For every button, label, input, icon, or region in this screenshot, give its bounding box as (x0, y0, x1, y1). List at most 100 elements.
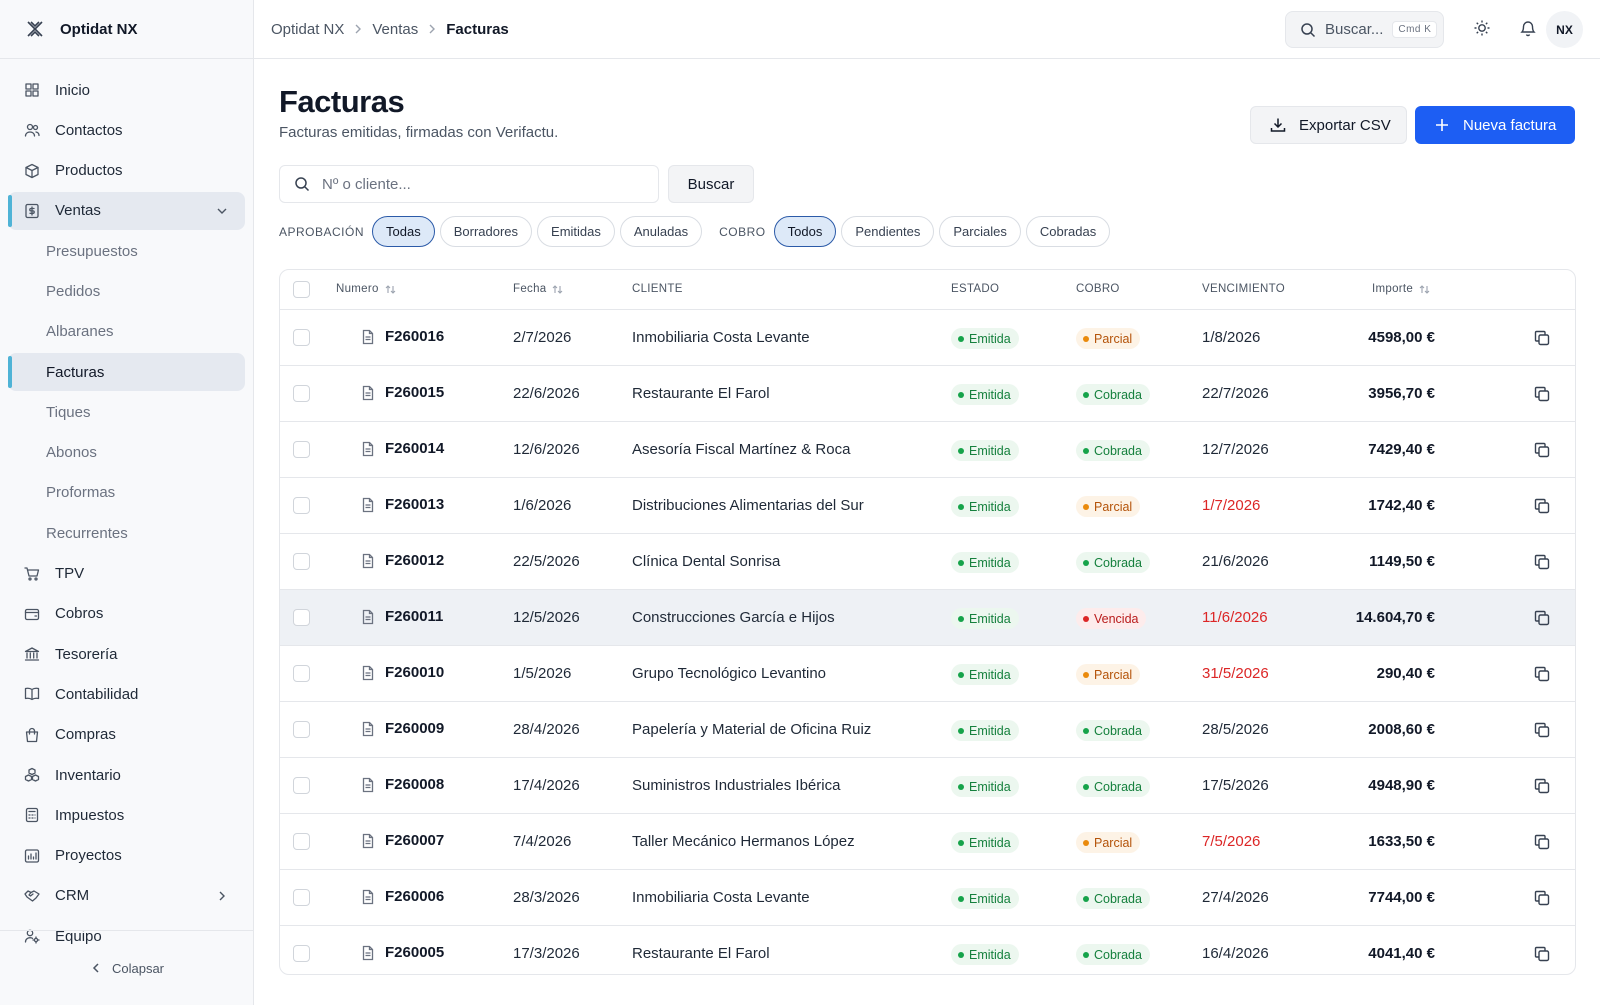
row-checkbox[interactable] (293, 889, 310, 906)
table-row[interactable]: F260009 28/4/2026 Papelería y Material de … (280, 702, 1575, 758)
row-checkbox[interactable] (293, 609, 310, 626)
sidebar-item-tesoreria[interactable]: Tesorería (8, 635, 245, 673)
table-row[interactable]: F260014 12/6/2026 Asesoría Fiscal Martínez… (280, 422, 1575, 478)
sidebar-item-contabilidad[interactable]: Contabilidad (8, 675, 245, 713)
copy-icon[interactable] (1533, 553, 1551, 571)
collapse-button[interactable]: Colapsar (0, 930, 254, 1005)
theme-toggle-icon[interactable] (1472, 18, 1492, 38)
sidebar-item-presupuestos[interactable]: Presupuestos (8, 232, 245, 270)
copy-icon[interactable] (1533, 945, 1551, 963)
avatar[interactable]: NX (1546, 11, 1583, 48)
invoice-number[interactable]: F260013 (360, 496, 444, 513)
breadcrumb-item[interactable]: Optidat NX (271, 21, 344, 38)
copy-icon[interactable] (1533, 721, 1551, 739)
header-fecha[interactable]: Fecha (513, 283, 563, 295)
select-all-checkbox[interactable] (293, 281, 310, 298)
invoice-number[interactable]: F260014 (360, 440, 444, 457)
invoice-search-input[interactable] (322, 175, 642, 193)
invoice-number[interactable]: F260008 (360, 776, 444, 793)
sidebar-item-proyectos[interactable]: Proyectos (8, 837, 245, 875)
search-button[interactable]: Buscar (668, 165, 754, 203)
brand[interactable]: Optidat NX (0, 0, 253, 59)
copy-icon[interactable] (1533, 385, 1551, 403)
filter-chip-borradores[interactable]: Borradores (439, 216, 533, 247)
sidebar-item-pedidos[interactable]: Pedidos (8, 272, 245, 310)
row-checkbox[interactable] (293, 665, 310, 682)
filter-chip-cobradas[interactable]: Cobradas (1025, 216, 1111, 247)
header-numero[interactable]: Numero (336, 283, 396, 295)
row-checkbox[interactable] (293, 441, 310, 458)
sidebar-item-tpv[interactable]: TPV (8, 555, 245, 593)
row-checkbox[interactable] (293, 329, 310, 346)
invoice-number[interactable]: F260011 (360, 608, 443, 625)
sidebar-item-albaranes[interactable]: Albaranes (8, 313, 245, 351)
invoice-number-label: F260013 (385, 496, 445, 513)
copy-icon[interactable] (1533, 329, 1551, 347)
header-fecha-label: Fecha (513, 283, 547, 295)
filter-chip-pendientes[interactable]: Pendientes (841, 216, 935, 247)
status-label: Emitida (969, 443, 1011, 458)
payment-dot (1083, 615, 1089, 622)
bell-icon[interactable] (1518, 18, 1538, 38)
row-checkbox[interactable] (293, 385, 310, 402)
invoice-number[interactable]: F260016 (360, 328, 444, 345)
sidebar-item-abonos[interactable]: Abonos (8, 434, 245, 472)
table-row[interactable]: F260008 17/4/2026 Suministros Industriales… (280, 758, 1575, 814)
table-row[interactable]: F260005 17/3/2026 Restaurante El Farol Emit… (280, 926, 1575, 974)
row-checkbox[interactable] (293, 945, 310, 962)
sidebar-item-productos[interactable]: Productos (8, 152, 245, 190)
sidebar-item-contactos[interactable]: Contactos (8, 111, 245, 149)
sidebar-item-recurrentes[interactable]: Recurrentes (8, 514, 245, 552)
table-row[interactable]: F260006 28/3/2026 Inmobiliaria Costa Levan… (280, 870, 1575, 926)
new-invoice-button[interactable]: Nueva factura (1415, 106, 1575, 144)
invoice-number[interactable]: F260015 (360, 384, 444, 401)
header-importe[interactable]: Importe (1372, 283, 1430, 295)
payment-label: Parcial (1094, 331, 1133, 346)
filter-chip-anuladas[interactable]: Anuladas (619, 216, 703, 247)
sidebar-item-proformas[interactable]: Proformas (8, 474, 245, 512)
export-csv-button[interactable]: Exportar CSV (1250, 106, 1407, 144)
table-row[interactable]: F260011 12/5/2026 Construcciones García e … (280, 590, 1575, 646)
table-row[interactable]: F260007 7/4/2026 Taller Mecánico Hermanos … (280, 814, 1575, 870)
row-checkbox[interactable] (293, 833, 310, 850)
sidebar-item-tiques[interactable]: Tiques (8, 393, 245, 431)
filter-chip-emitidas[interactable]: Emitidas (537, 216, 615, 247)
copy-icon[interactable] (1533, 665, 1551, 683)
table-row[interactable]: F260015 22/6/2026 Restaurante El Farol Emit… (280, 366, 1575, 422)
invoice-number[interactable]: F260012 (360, 552, 444, 569)
table-row[interactable]: F260016 2/7/2026 Inmobiliaria Costa Levant… (280, 310, 1575, 366)
copy-icon[interactable] (1533, 497, 1551, 515)
row-checkbox[interactable] (293, 497, 310, 514)
filter-chip-todas[interactable]: Todas (372, 216, 435, 247)
row-checkbox[interactable] (293, 553, 310, 570)
copy-icon[interactable] (1533, 833, 1551, 851)
copy-icon[interactable] (1533, 441, 1551, 459)
sidebar-item-ventas[interactable]: Ventas (8, 191, 245, 230)
table-row[interactable]: F260010 1/5/2026 Grupo Tecnológico Levanti… (280, 646, 1575, 702)
invoice-number[interactable]: F260010 (360, 664, 444, 681)
table-row[interactable]: F260012 22/5/2026 Clínica Dental Sonrisa Em… (280, 534, 1575, 590)
filter-chip-parciales[interactable]: Parciales (939, 216, 1021, 247)
row-checkbox[interactable] (293, 777, 310, 794)
sidebar-item-inicio[interactable]: Inicio (8, 71, 245, 109)
payment-dot (1083, 783, 1089, 790)
invoice-number[interactable]: F260005 (360, 944, 444, 961)
sidebar-item-inventario[interactable]: Inventario (8, 756, 245, 794)
row-checkbox[interactable] (293, 721, 310, 738)
table-row[interactable]: F260013 1/6/2026 Distribuciones Alimentari… (280, 478, 1575, 534)
sidebar-item-crm[interactable]: CRM (8, 877, 245, 915)
copy-icon[interactable] (1533, 889, 1551, 907)
sidebar-item-compras[interactable]: Compras (8, 716, 245, 754)
filter-chip-todos[interactable]: Todos (773, 216, 837, 247)
invoice-number[interactable]: F260009 (360, 720, 444, 737)
invoice-number[interactable]: F260007 (360, 832, 444, 849)
breadcrumb-item[interactable]: Ventas (372, 21, 418, 38)
global-search[interactable]: Buscar... Cmd K (1285, 11, 1444, 48)
sidebar-item-cobros[interactable]: Cobros (8, 595, 245, 633)
copy-icon[interactable] (1533, 609, 1551, 627)
sidebar-item-label: Cobros (55, 605, 104, 623)
sidebar-item-impuestos[interactable]: Impuestos (8, 796, 245, 834)
copy-icon[interactable] (1533, 777, 1551, 795)
invoice-number[interactable]: F260006 (360, 888, 444, 905)
sidebar-item-facturas[interactable]: Facturas (8, 353, 245, 392)
